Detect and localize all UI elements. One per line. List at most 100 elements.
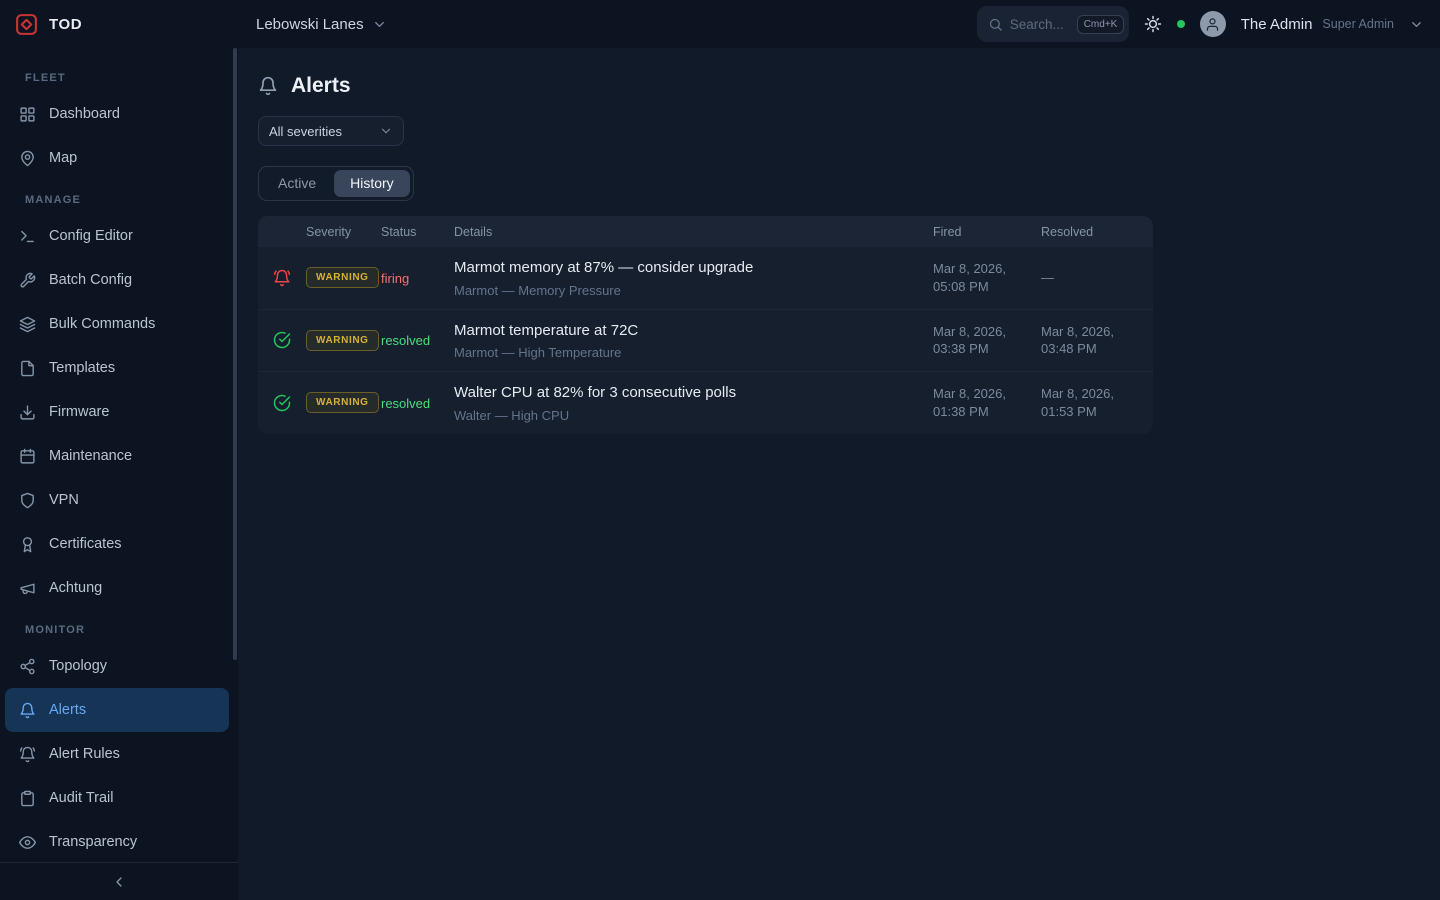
sidebar-item-config-editor[interactable]: Config Editor: [5, 214, 229, 258]
column-status: Status: [381, 225, 454, 239]
eye-icon: [19, 834, 36, 851]
topbar: TOD Lebowski Lanes Cmd+K The Admin Super…: [0, 0, 1440, 48]
resolved-time: —: [1041, 269, 1153, 287]
sidebar-item-achtung[interactable]: Achtung: [5, 566, 229, 610]
sidebar-collapse-button[interactable]: [106, 869, 132, 895]
org-selector[interactable]: Lebowski Lanes: [256, 16, 387, 33]
user-menu-chevron-down-icon[interactable]: [1409, 17, 1424, 32]
sidebar-item-label: Maintenance: [49, 448, 132, 464]
sidebar-item-audit-trail[interactable]: Audit Trail: [5, 776, 229, 820]
sidebar: FLEETDashboardMapMANAGEConfig EditorBatc…: [0, 48, 238, 900]
sidebar-nav: FLEETDashboardMapMANAGEConfig EditorBatc…: [0, 48, 238, 862]
avatar[interactable]: [1200, 11, 1226, 37]
search-input[interactable]: [1010, 17, 1070, 32]
page-title: Alerts: [291, 74, 351, 98]
brand-name: TOD: [49, 16, 82, 33]
tab-history[interactable]: History: [334, 170, 410, 197]
bell-icon: [258, 76, 278, 96]
alert-subtitle: Walter — High CPU: [454, 408, 917, 423]
user-icon: [1205, 17, 1220, 32]
terminal-icon: [19, 228, 36, 245]
dashboard-grid-icon: [19, 106, 36, 123]
column-fired: Fired: [933, 225, 1041, 239]
alert-row[interactable]: WARNINGresolvedWalter CPU at 82% for 3 c…: [258, 371, 1153, 434]
alert-row[interactable]: WARNINGfiringMarmot memory at 87% — cons…: [258, 247, 1153, 309]
logo-diamond-icon: [14, 12, 39, 37]
layers-icon: [19, 316, 36, 333]
sidebar-item-transparency[interactable]: Transparency: [5, 820, 229, 862]
alerts-table: Severity Status Details Fired Resolved W…: [258, 216, 1153, 434]
chevron-down-icon: [372, 17, 387, 32]
topbar-right: Cmd+K The Admin Super Admin: [977, 6, 1440, 42]
severity-badge: WARNING: [306, 392, 379, 413]
sidebar-item-label: Batch Config: [49, 272, 132, 288]
chevron-left-icon: [111, 874, 127, 890]
column-severity: Severity: [306, 225, 381, 239]
file-icon: [19, 360, 36, 377]
alert-subtitle: Marmot — Memory Pressure: [454, 283, 917, 298]
calendar-icon: [19, 448, 36, 465]
sidebar-item-maintenance[interactable]: Maintenance: [5, 434, 229, 478]
tab-active[interactable]: Active: [262, 170, 332, 197]
main-content: Alerts All severities Active History Sev…: [238, 48, 1440, 900]
sidebar-scrollbar[interactable]: [233, 48, 237, 900]
sidebar-item-batch-config[interactable]: Batch Config: [5, 258, 229, 302]
sidebar-item-bulk-commands[interactable]: Bulk Commands: [5, 302, 229, 346]
alert-title: Marmot temperature at 72C: [454, 321, 917, 341]
fired-time: Mar 8, 2026, 05:08 PM: [933, 260, 1041, 295]
download-icon: [19, 404, 36, 421]
theme-toggle-sun-icon[interactable]: [1144, 15, 1162, 33]
alert-title: Marmot memory at 87% — consider upgrade: [454, 258, 917, 278]
sidebar-item-label: Audit Trail: [49, 790, 113, 806]
sidebar-item-certificates[interactable]: Certificates: [5, 522, 229, 566]
alerts-table-header: Severity Status Details Fired Resolved: [258, 216, 1153, 247]
bell-ring-icon: [273, 269, 291, 287]
certificate-icon: [19, 536, 36, 553]
sidebar-item-label: Map: [49, 150, 77, 166]
severity-filter-value: All severities: [269, 124, 342, 139]
check-circle-icon: [273, 331, 291, 349]
sidebar-footer: [0, 862, 238, 900]
sidebar-item-dashboard[interactable]: Dashboard: [5, 92, 229, 136]
status-text: resolved: [381, 396, 430, 411]
search-box[interactable]: Cmd+K: [977, 6, 1129, 42]
user-name: The Admin: [1241, 16, 1313, 33]
column-resolved: Resolved: [1041, 225, 1153, 239]
sidebar-item-label: Topology: [49, 658, 107, 674]
resolved-time: Mar 8, 2026, 03:48 PM: [1041, 323, 1153, 358]
org-selector-label: Lebowski Lanes: [256, 16, 364, 33]
check-circle-icon: [273, 394, 291, 412]
alerts-tabs: Active History: [258, 166, 414, 201]
sidebar-item-firmware[interactable]: Firmware: [5, 390, 229, 434]
sidebar-item-label: Templates: [49, 360, 115, 376]
sidebar-section-label-monitor: MONITOR: [0, 624, 238, 638]
sidebar-item-templates[interactable]: Templates: [5, 346, 229, 390]
sidebar-item-label: Achtung: [49, 580, 102, 596]
map-pin-icon: [19, 150, 36, 167]
sidebar-section-label-fleet: FLEET: [0, 72, 238, 86]
sidebar-item-vpn[interactable]: VPN: [5, 478, 229, 522]
fired-time: Mar 8, 2026, 03:38 PM: [933, 323, 1041, 358]
bell-icon: [19, 702, 36, 719]
sidebar-item-label: Transparency: [49, 834, 137, 850]
search-icon: [988, 17, 1003, 32]
sidebar-item-map[interactable]: Map: [5, 136, 229, 180]
sidebar-item-label: Alerts: [49, 702, 86, 718]
sidebar-item-label: Config Editor: [49, 228, 133, 244]
severity-badge: WARNING: [306, 267, 379, 288]
user-role: Super Admin: [1322, 17, 1394, 31]
sidebar-item-topology[interactable]: Topology: [5, 644, 229, 688]
sidebar-item-label: Alert Rules: [49, 746, 120, 762]
shield-icon: [19, 492, 36, 509]
severity-filter-select[interactable]: All severities: [258, 116, 404, 146]
sidebar-item-alert-rules[interactable]: Alert Rules: [5, 732, 229, 776]
topology-icon: [19, 658, 36, 675]
scrollbar-thumb[interactable]: [233, 48, 237, 660]
status-text: resolved: [381, 333, 430, 348]
megaphone-icon: [19, 580, 36, 597]
brand: TOD: [0, 12, 238, 37]
search-shortcut-badge: Cmd+K: [1077, 15, 1125, 34]
severity-badge: WARNING: [306, 330, 379, 351]
alert-row[interactable]: WARNINGresolved Marmot temperature at 72C…: [258, 309, 1153, 372]
sidebar-item-alerts[interactable]: Alerts: [5, 688, 229, 732]
